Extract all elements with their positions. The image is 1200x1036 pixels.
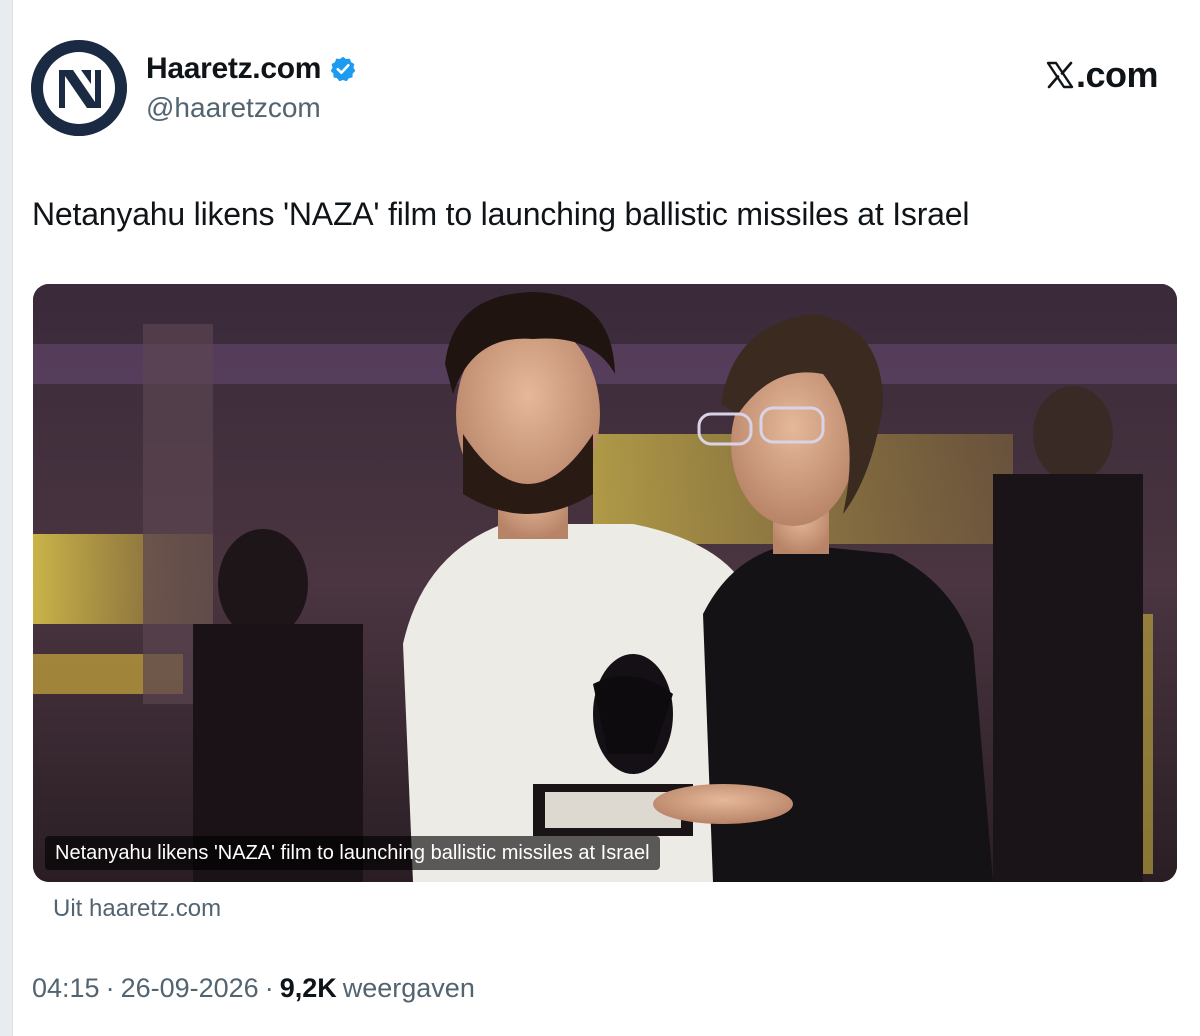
haaretz-logo-icon	[31, 40, 127, 136]
x-logo-text: .com	[1075, 54, 1159, 95]
views-label: weergaven	[342, 973, 475, 1003]
account-name-row[interactable]: Haaretz.com	[146, 52, 357, 86]
avatar[interactable]	[31, 40, 127, 136]
display-name[interactable]: Haaretz.com	[146, 52, 321, 86]
tweet-time[interactable]: 04:15	[32, 973, 100, 1004]
tweet-media-image[interactable]: Netanyahu likens 'NAZA' film to launchin…	[33, 284, 1177, 882]
views-count: 9,2K	[279, 973, 337, 1003]
account-handle[interactable]: @haaretzcom	[146, 92, 321, 124]
verified-badge-icon	[329, 55, 357, 83]
tweet-meta: 04:15 · 26-09-2026 · 9,2K weergaven	[32, 973, 475, 1004]
photo-two-people-with-trophy	[33, 284, 1177, 882]
tweet-date[interactable]: 26-09-2026	[121, 973, 259, 1004]
media-caption: Netanyahu likens 'NAZA' film to launchin…	[45, 836, 660, 870]
meta-separator: ·	[264, 973, 274, 1003]
x-logo[interactable]: .com	[1045, 54, 1159, 96]
tweet-text: Netanyahu likens 'NAZA' film to launchin…	[32, 196, 970, 232]
source-link[interactable]: Uit haaretz.com	[53, 895, 221, 923]
x-logo-icon	[1045, 60, 1075, 90]
tweet-card: Haaretz.com @haaretzcom .com Netanyahu l…	[12, 0, 1200, 1036]
meta-separator: ·	[105, 973, 115, 1003]
